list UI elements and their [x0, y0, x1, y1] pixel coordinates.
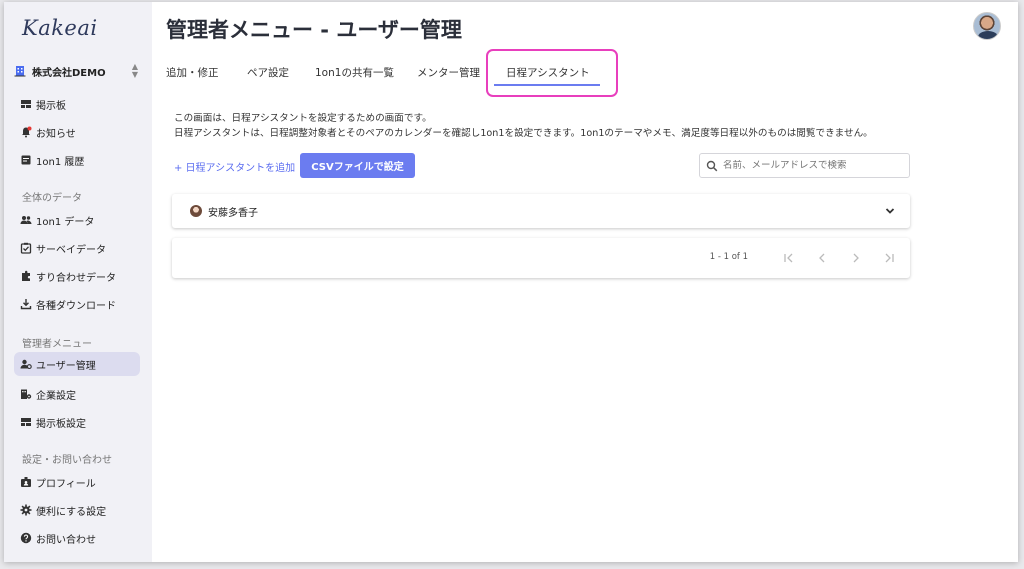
people-icon	[20, 216, 32, 224]
sidebar-item-label: 各種ダウンロード	[36, 300, 116, 312]
assistant-user-row[interactable]: 安藤多香子	[172, 194, 910, 228]
download-icon	[20, 299, 32, 310]
sidebar-item-survey-data[interactable]: サーベイデータ	[14, 236, 140, 260]
company-selector[interactable]: 株式会社DEMO ▲ ▼	[14, 63, 140, 79]
chevron-down-icon[interactable]	[884, 205, 896, 217]
company-name: 株式会社DEMO	[32, 67, 106, 79]
sidebar-item-label: プロフィール	[36, 478, 96, 490]
section-label-data: 全体のデータ	[22, 193, 82, 204]
sidebar-item-downloads[interactable]: 各種ダウンロード	[14, 292, 140, 316]
sidebar-item-label: 掲示板設定	[36, 418, 86, 430]
sidebar-item-label: サーベイデータ	[36, 244, 106, 256]
user-row-avatar	[190, 205, 202, 217]
board-icon	[21, 100, 31, 108]
building-icon	[14, 66, 26, 77]
search-icon	[706, 160, 718, 171]
sidebar-item-board-settings[interactable]: 掲示板設定	[14, 410, 140, 434]
sidebar-item-board[interactable]: 掲示板	[14, 92, 140, 116]
sidebar-item-label: 便利にする設定	[36, 506, 107, 518]
sidebar-item-company-settings[interactable]: 企業設定	[14, 382, 140, 406]
sidebar-item-label: お問い合わせ	[36, 534, 96, 546]
prev-page-icon[interactable]	[815, 251, 829, 265]
add-schedule-assistant-link[interactable]: + 日程アシスタントを追加	[174, 159, 295, 174]
sidebar-item-preferences[interactable]: 便利にする設定	[14, 498, 140, 522]
tab-1on1-shares[interactable]: 1on1の共有一覧	[315, 62, 394, 84]
tab-add-edit[interactable]: 追加・修正	[166, 62, 219, 84]
sidebar-item-contact[interactable]: お問い合わせ	[14, 526, 140, 550]
sidebar: Kakeai 株式会社DEMO ▲ ▼ 掲示板 お知らせ 1on1 履歴 全体の…	[4, 2, 152, 562]
section-label-admin: 管理者メニュー	[22, 339, 92, 350]
description-line-1: この画面は、日程アシスタントを設定するための画面です。	[174, 113, 432, 124]
section-label-settings: 設定・お問い合わせ	[22, 455, 112, 466]
sidebar-item-label: ユーザー管理	[36, 360, 96, 372]
search-box[interactable]	[699, 153, 910, 178]
sidebar-item-label: 掲示板	[36, 100, 66, 112]
company-settings-icon	[21, 389, 32, 399]
pagination-bar: 1 - 1 of 1	[172, 238, 910, 278]
sidebar-item-label: お知らせ	[36, 128, 76, 140]
sidebar-item-label: 企業設定	[36, 390, 76, 402]
page-title: 管理者メニュー - ユーザー管理	[166, 18, 462, 42]
sidebar-item-label: 1on1 データ	[36, 216, 95, 228]
profile-icon	[21, 477, 31, 487]
sidebar-item-alignment-data[interactable]: すり合わせデータ	[14, 264, 140, 288]
app-logo[interactable]: Kakeai	[22, 16, 98, 40]
tab-pair-settings[interactable]: ペア設定	[247, 62, 289, 84]
user-row-name: 安藤多香子	[208, 207, 258, 219]
pagination-count: 1 - 1 of 1	[709, 252, 748, 262]
bell-icon	[22, 126, 32, 138]
tab-mentor-management[interactable]: メンター管理	[417, 62, 480, 84]
help-icon	[20, 532, 32, 544]
sidebar-item-1on1-data[interactable]: 1on1 データ	[14, 208, 140, 232]
csv-settings-button[interactable]: CSVファイルで設定	[300, 153, 415, 178]
user-avatar[interactable]	[973, 12, 1001, 40]
sidebar-item-label: 1on1 履歴	[36, 156, 85, 168]
sidebar-item-history[interactable]: 1on1 履歴	[14, 148, 140, 172]
sidebar-item-notifications[interactable]: お知らせ	[14, 120, 140, 144]
board-settings-icon	[21, 418, 31, 426]
puzzle-icon	[22, 270, 30, 281]
app-window: Kakeai 株式会社DEMO ▲ ▼ 掲示板 お知らせ 1on1 履歴 全体の…	[4, 2, 1018, 562]
chevron-updown-icon: ▲ ▼	[131, 62, 138, 79]
sidebar-item-user-management[interactable]: ユーザー管理	[14, 352, 140, 376]
history-icon	[21, 155, 31, 165]
sidebar-item-label: すり合わせデータ	[36, 272, 116, 284]
tab-highlight-box	[486, 49, 618, 97]
search-input[interactable]	[723, 160, 903, 171]
description-line-2: 日程アシスタントは、日程調整対象者とそのペアのカレンダーを確認し1on1を設定で…	[174, 128, 873, 139]
user-manage-icon	[20, 359, 32, 370]
next-page-icon[interactable]	[849, 251, 863, 265]
gear-icon	[20, 504, 32, 516]
first-page-icon[interactable]	[782, 251, 796, 265]
sidebar-item-profile[interactable]: プロフィール	[14, 470, 140, 494]
last-page-icon[interactable]	[882, 251, 896, 265]
survey-icon	[20, 242, 32, 254]
